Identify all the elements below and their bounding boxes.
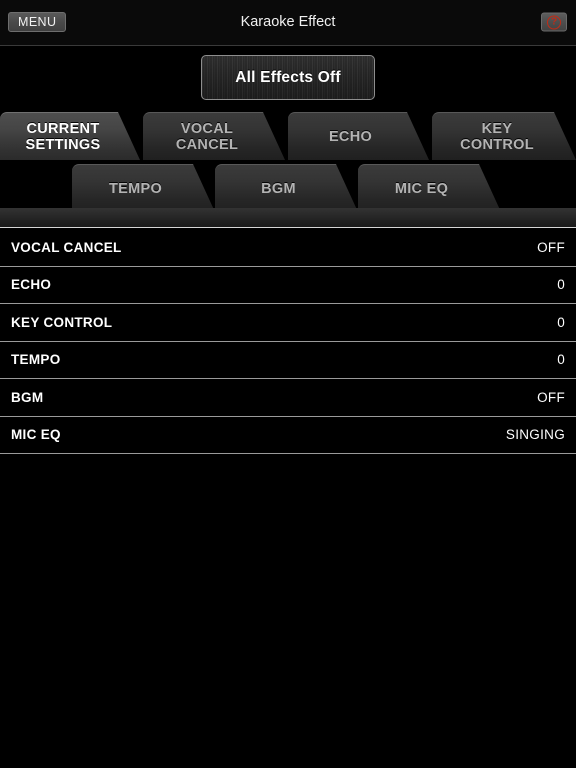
table-row[interactable]: VOCAL CANCEL OFF (0, 229, 576, 267)
row-label: BGM (11, 389, 44, 405)
table-row[interactable]: KEY CONTROL 0 (0, 304, 576, 342)
all-effects-off-label: All Effects Off (235, 68, 341, 86)
tab-current-settings-label: CURRENT SETTINGS (25, 120, 101, 153)
row-value: 0 (557, 314, 565, 330)
tab-vocal-cancel-label: VOCAL CANCEL (175, 120, 239, 153)
tab-current-settings[interactable]: CURRENT SETTINGS (0, 112, 140, 160)
row-label: TEMPO (11, 352, 61, 368)
tab-vocal-cancel[interactable]: VOCAL CANCEL (143, 112, 285, 160)
tab-key-control-label: KEY CONTROL (460, 120, 534, 153)
table-row[interactable]: MIC EQ SINGING (0, 416, 576, 454)
tab-mic-eq-label: MIC EQ (394, 180, 449, 197)
help-question-icon: ? (547, 15, 561, 29)
empty-content-area (0, 454, 576, 768)
tab-mic-eq[interactable]: MIC EQ (358, 164, 501, 212)
tab-key-control[interactable]: KEY CONTROL (432, 112, 576, 160)
table-row[interactable]: ECHO 0 (0, 266, 576, 304)
tab-echo-label: ECHO (328, 128, 373, 145)
tab-tempo-label: TEMPO (108, 180, 163, 197)
tab-baseline-band (0, 208, 576, 228)
row-value: 0 (557, 352, 565, 368)
top-bar: MENU Karaoke Effect ? (0, 0, 576, 46)
row-label: MIC EQ (11, 427, 61, 443)
row-label: ECHO (11, 277, 52, 293)
tab-bgm[interactable]: BGM (215, 164, 358, 212)
row-value: 0 (557, 277, 565, 293)
row-value: OFF (537, 239, 565, 255)
row-label: VOCAL CANCEL (11, 239, 122, 255)
table-row[interactable]: BGM OFF (0, 379, 576, 417)
row-label: KEY CONTROL (11, 314, 113, 330)
help-button[interactable]: ? (541, 12, 567, 32)
tab-tempo[interactable]: TEMPO (72, 164, 215, 212)
row-value: OFF (537, 389, 565, 405)
tab-bgm-label: BGM (261, 180, 296, 197)
page-title: Karaoke Effect (240, 14, 336, 30)
tab-echo[interactable]: ECHO (288, 112, 429, 160)
row-value: SINGING (505, 427, 565, 443)
all-effects-off-button[interactable]: All Effects Off (201, 55, 375, 100)
settings-list: VOCAL CANCEL OFF ECHO 0 KEY CONTROL 0 TE… (0, 229, 576, 454)
table-row[interactable]: TEMPO 0 (0, 341, 576, 379)
